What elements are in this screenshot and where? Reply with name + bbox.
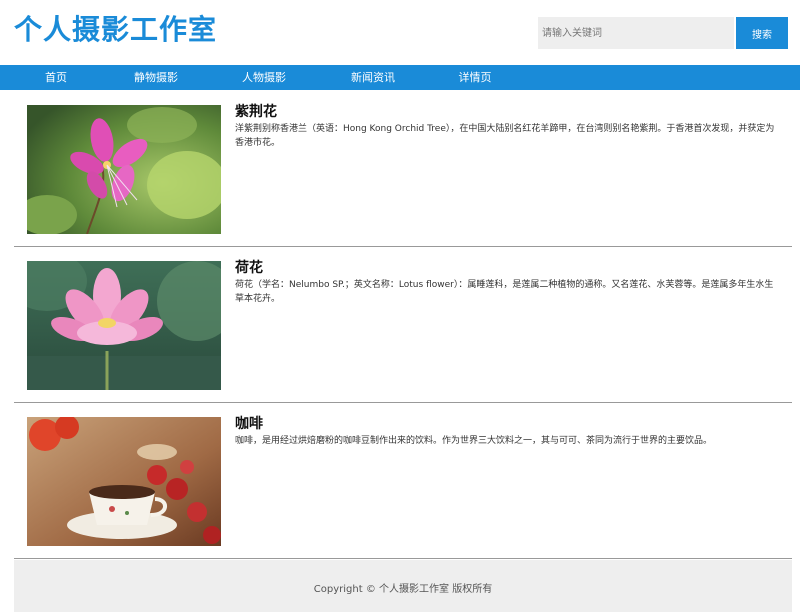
article-description: 洋紫荆别称香港兰（英语：Hong Kong Orchid Tree），在中国大陆… xyxy=(235,124,775,148)
article-item: 咖啡 咖啡，是用经过烘焙磨粉的咖啡豆制作出来的饮料。作为世界三大饮料之一，其与可… xyxy=(14,403,792,559)
lotus-flower-photo[interactable] xyxy=(27,261,221,390)
article-item: 紫荆花 洋紫荆别称香港兰（英语：Hong Kong Orchid Tree），在… xyxy=(14,91,792,247)
nav-item-still-life[interactable]: 静物摄影 xyxy=(114,65,198,90)
search-button[interactable]: 搜索 xyxy=(736,17,788,49)
article-title[interactable]: 荷花 xyxy=(235,260,263,277)
copyright-text: Copyright © 个人摄影工作室 版权所有 xyxy=(313,584,493,595)
article-description: 荷花（学名：Nelumbo SP.；英文名称：Lotus flower）：属睡莲… xyxy=(235,280,774,304)
site-logo[interactable]: 个人摄影工作室 xyxy=(14,12,217,48)
site-footer: Copyright © 个人摄影工作室 版权所有 xyxy=(14,560,792,612)
nav-item-portrait[interactable]: 人物摄影 xyxy=(222,65,306,90)
nav-item-news[interactable]: 新闻资讯 xyxy=(331,65,415,90)
article-description: 咖啡，是用经过烘焙磨粉的咖啡豆制作出来的饮料。作为世界三大饮料之一，其与可可、茶… xyxy=(235,436,713,446)
article-title[interactable]: 紫荆花 xyxy=(235,104,277,121)
search-input[interactable] xyxy=(538,17,734,49)
nav-item-home[interactable]: 首页 xyxy=(14,65,98,90)
site-header: 个人摄影工作室 搜索 xyxy=(0,0,800,65)
nav-item-detail[interactable]: 详情页 xyxy=(433,65,517,90)
bauhinia-flower-photo[interactable] xyxy=(27,105,221,234)
coffee-cup-photo[interactable] xyxy=(27,417,221,546)
article-title[interactable]: 咖啡 xyxy=(235,416,263,433)
main-nav: 首页 静物摄影 人物摄影 新闻资讯 详情页 xyxy=(0,65,800,90)
article-item: 荷花 荷花（学名：Nelumbo SP.；英文名称：Lotus flower）：… xyxy=(14,247,792,403)
